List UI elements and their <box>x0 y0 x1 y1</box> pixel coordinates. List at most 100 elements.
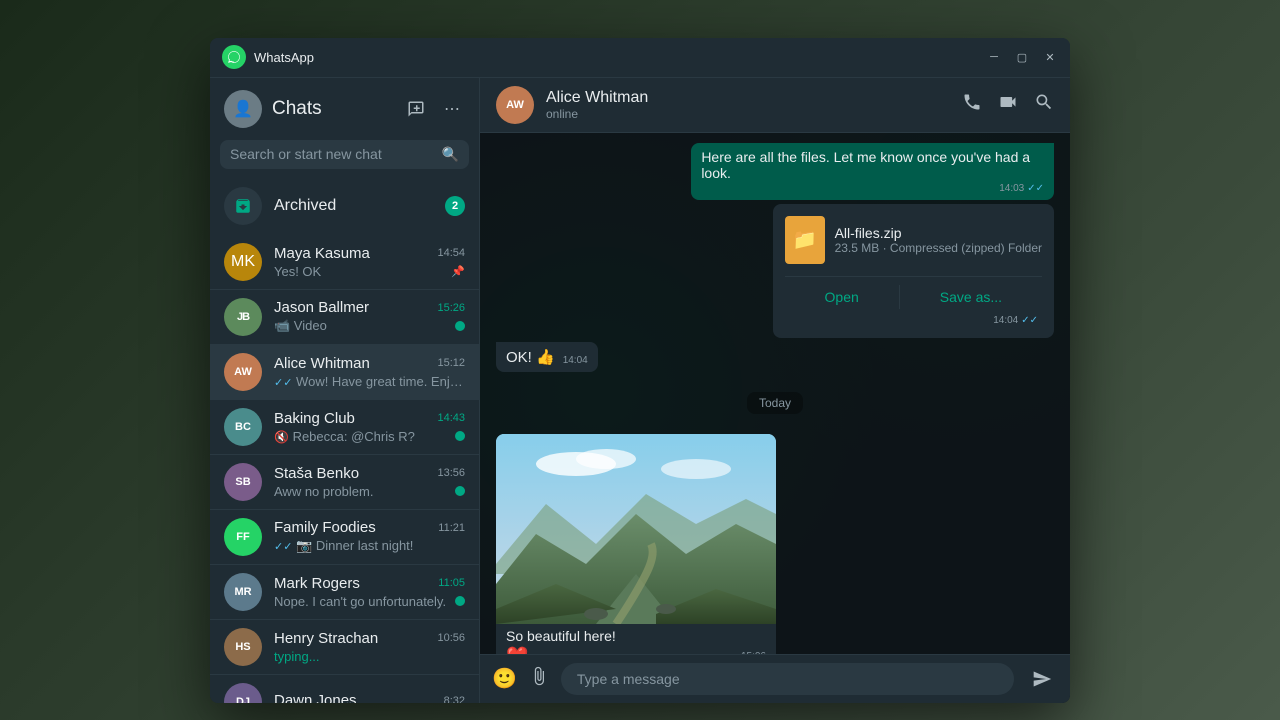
badges-baking <box>455 431 465 441</box>
window-controls: ─ ▢ ✕ <box>986 49 1058 65</box>
archived-icon <box>224 187 262 225</box>
messages-container: Here are all the files. Let me know once… <box>480 133 1070 654</box>
file-action-divider <box>899 285 900 309</box>
chat-info-dawn: Dawn Jones 8:32 <box>274 692 465 703</box>
chat-preview-jason: 📹 Video <box>274 318 451 334</box>
read-receipt-1: ✓✓ <box>1027 183 1044 194</box>
contact-info: Alice Whitman online <box>546 89 950 121</box>
new-chat-button[interactable] <box>403 96 429 122</box>
open-file-button[interactable]: Open <box>805 285 879 309</box>
chat-name-alice: Alice Whitman <box>274 355 370 372</box>
sidebar-title: Chats <box>272 98 393 120</box>
chat-time-mark: 11:05 <box>438 577 465 589</box>
avatar-family: FF <box>224 518 262 556</box>
chat-info-baking: Baking Club 14:43 🔇 Rebecca: @Chris R? <box>274 410 465 444</box>
minimize-button[interactable]: ─ <box>986 49 1002 65</box>
contact-name: Alice Whitman <box>546 89 950 107</box>
search-chat-button[interactable] <box>1034 92 1054 117</box>
message-text-sent-1: Here are all the files. Let me know once… <box>701 149 1030 181</box>
maximize-button[interactable]: ▢ <box>1014 49 1030 65</box>
chat-info-family: Family Foodies 11:21 ✓✓ 📷 Dinner last ni… <box>274 519 465 554</box>
chat-item-jason[interactable]: JB Jason Ballmer 15:26 📹 Video <box>210 290 479 345</box>
message-received-ok: OK! 👍 14:04 <box>496 342 1054 372</box>
save-file-button[interactable]: Save as... <box>920 285 1022 309</box>
badges-jason <box>455 321 465 331</box>
chat-item-family[interactable]: FF Family Foodies 11:21 ✓✓ 📷 Dinner last… <box>210 510 479 565</box>
chat-name-stasa: Staša Benko <box>274 465 359 482</box>
title-bar: WhatsApp ─ ▢ ✕ <box>210 38 1070 78</box>
contact-avatar[interactable]: AW <box>496 86 534 124</box>
unread-dot-jason <box>455 321 465 331</box>
avatar-maya: MK <box>224 243 262 281</box>
file-msg-time: 14:04 ✓✓ <box>785 315 1042 326</box>
archived-row[interactable]: Archived 2 <box>210 177 479 235</box>
caption-emoji: ❤️ <box>506 646 528 654</box>
pin-icon-maya: 📌 <box>451 265 465 278</box>
close-button[interactable]: ✕ <box>1042 49 1058 65</box>
chat-item-stasa[interactable]: SB Staša Benko 13:56 Aww no problem. <box>210 455 479 510</box>
chat-info-stasa: Staša Benko 13:56 Aww no problem. <box>274 465 465 499</box>
search-input[interactable] <box>230 146 434 162</box>
chat-time-stasa: 13:56 <box>437 467 465 479</box>
message-input[interactable] <box>561 663 1014 695</box>
file-details: All-files.zip 23.5 MB · Compressed (zipp… <box>835 225 1042 255</box>
avatar-mark: MR <box>224 573 262 611</box>
emoji-button[interactable]: 🙂 <box>492 666 517 691</box>
chat-item-alice[interactable]: AW Alice Whitman 15:12 ✓✓ Wow! Have grea… <box>210 345 479 400</box>
send-button[interactable] <box>1026 663 1058 695</box>
chat-time-baking: 14:43 <box>437 412 465 424</box>
badges-stasa <box>455 486 465 496</box>
date-divider-label: Today <box>747 392 803 414</box>
caption-text: So beautiful here! <box>506 628 616 644</box>
chat-time-maya: 14:54 <box>437 247 465 259</box>
chat-item-maya[interactable]: MK Maya Kasuma 14:54 Yes! OK 📌 <box>210 235 479 290</box>
attach-button[interactable] <box>529 666 549 692</box>
chat-name-henry: Henry Strachan <box>274 630 378 647</box>
image-caption: So beautiful here! ❤️ 15:06 <box>496 624 776 654</box>
sidebar: 👤 Chats ⋯ 🔍 <box>210 78 480 703</box>
chat-name-jason: Jason Ballmer <box>274 299 369 316</box>
online-dot-stasa <box>455 486 465 496</box>
chat-time-henry: 10:56 <box>437 632 465 644</box>
sidebar-icons: ⋯ <box>403 96 465 122</box>
voice-call-button[interactable] <box>962 92 982 117</box>
avatar-baking: BC <box>224 408 262 446</box>
search-icon: 🔍 <box>442 146 459 163</box>
video-call-button[interactable] <box>998 92 1018 117</box>
chat-preview-mark: Nope. I can't go unfortunately. <box>274 594 451 609</box>
chat-item-mark[interactable]: MR Mark Rogers 11:05 Nope. I can't go un… <box>210 565 479 620</box>
chat-info-henry: Henry Strachan 10:56 typing... <box>274 630 465 664</box>
app-window: WhatsApp ─ ▢ ✕ 👤 Chats <box>210 38 1070 703</box>
sidebar-header: 👤 Chats ⋯ <box>210 78 479 136</box>
file-name: All-files.zip <box>835 225 1042 241</box>
chat-area: AW Alice Whitman online <box>480 78 1070 703</box>
search-container: 🔍 <box>210 136 479 177</box>
mountain-image[interactable] <box>496 434 776 624</box>
chat-info-mark: Mark Rogers 11:05 Nope. I can't go unfor… <box>274 575 465 609</box>
msg-time-ok: 14:04 <box>563 355 588 366</box>
chat-name-maya: Maya Kasuma <box>274 245 370 262</box>
user-avatar[interactable]: 👤 <box>224 90 262 128</box>
chat-info-maya: Maya Kasuma 14:54 Yes! OK 📌 <box>274 245 465 279</box>
unread-dot-baking <box>455 431 465 441</box>
chat-item-henry[interactable]: HS Henry Strachan 10:56 typing... <box>210 620 479 675</box>
read-receipt-file: ✓✓ <box>1021 315 1038 326</box>
chat-info-jason: Jason Ballmer 15:26 📹 Video <box>274 299 465 334</box>
message-text-ok: OK! 👍 <box>506 348 555 366</box>
chat-name-baking: Baking Club <box>274 410 355 427</box>
chat-item-dawn[interactable]: DJ Dawn Jones 8:32 <box>210 675 479 703</box>
chat-preview-henry: typing... <box>274 649 465 664</box>
more-options-button[interactable]: ⋯ <box>439 96 465 122</box>
chat-time-jason: 15:26 <box>437 302 465 314</box>
message-bubble-sent-1: Here are all the files. Let me know once… <box>691 143 1054 200</box>
file-actions: Open Save as... <box>785 285 1042 309</box>
input-area: 🙂 <box>480 654 1070 703</box>
chat-preview-family: ✓✓ 📷 Dinner last night! <box>274 538 465 554</box>
message-time-sent-1: 14:03 ✓✓ <box>701 183 1044 194</box>
file-icon: 📁 <box>785 216 825 264</box>
badges-mark <box>455 596 465 606</box>
chat-item-baking[interactable]: BC Baking Club 14:43 🔇 Rebecca: @Chris R… <box>210 400 479 455</box>
app-title: WhatsApp <box>254 50 986 65</box>
search-box[interactable]: 🔍 <box>220 140 469 169</box>
chat-header: AW Alice Whitman online <box>480 78 1070 133</box>
